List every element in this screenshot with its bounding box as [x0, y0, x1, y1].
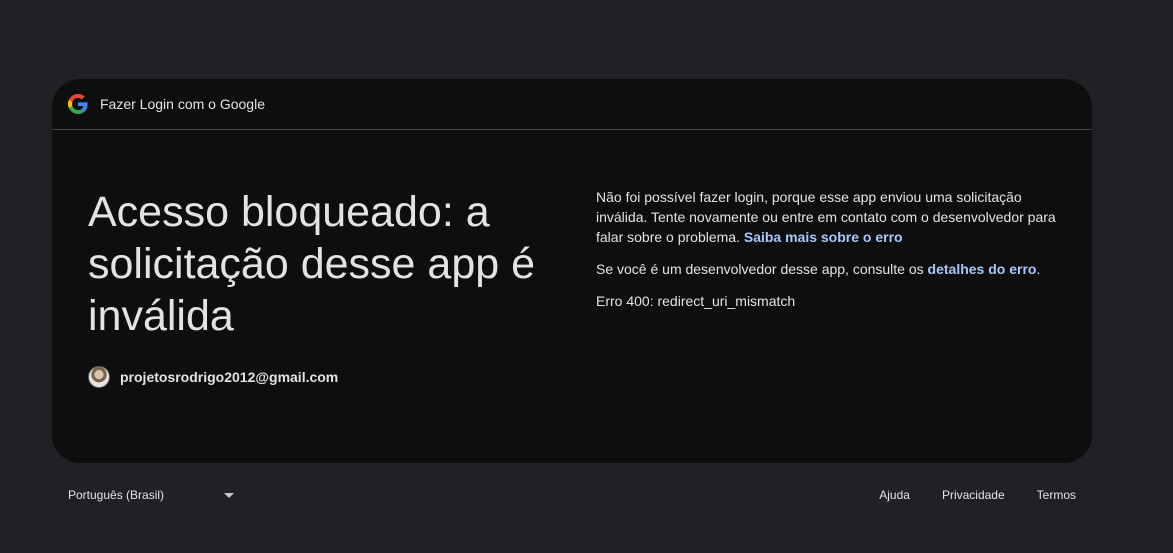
developer-message-text: Se você é um desenvolvedor desse app, co…: [596, 261, 924, 277]
google-g-icon: [68, 94, 88, 114]
error-code: Erro 400: redirect_uri_mismatch: [596, 293, 796, 309]
page-title: Acesso bloqueado: a solicitação desse ap…: [88, 188, 536, 340]
footer: Português (Brasil) Ajuda Privacidade Ter…: [52, 478, 1092, 512]
privacy-link[interactable]: Privacidade: [942, 488, 1005, 502]
card-body: Acesso bloqueado: a solicitação desse ap…: [52, 130, 1092, 462]
language-select[interactable]: Português (Brasil): [52, 488, 238, 502]
account-chip: projetosrodrigo2012@gmail.com: [88, 366, 338, 388]
developer-message-end: .: [1036, 261, 1041, 277]
help-link[interactable]: Ajuda: [879, 488, 910, 502]
avatar: [88, 366, 110, 388]
developer-message: Se você é um desenvolvedor desse app, co…: [596, 259, 1056, 279]
footer-links: Ajuda Privacidade Termos: [847, 488, 1092, 502]
caret-down-icon: [224, 492, 234, 498]
headline-column: Acesso bloqueado: a solicitação desse ap…: [88, 186, 568, 342]
error-message: Não foi possível fazer login, porque ess…: [596, 187, 1056, 247]
header-title: Fazer Login com o Google: [100, 96, 265, 112]
account-email: projetosrodrigo2012@gmail.com: [120, 369, 339, 385]
card-header: Fazer Login com o Google: [52, 79, 1092, 130]
message-column: Não foi possível fazer login, porque ess…: [596, 187, 1056, 323]
terms-link[interactable]: Termos: [1037, 488, 1076, 502]
error-details-link[interactable]: detalhes do erro: [928, 261, 1037, 277]
learn-more-link[interactable]: Saiba mais sobre o erro: [744, 229, 903, 245]
error-card: Fazer Login com o Google Acesso bloquead…: [52, 79, 1092, 463]
language-label: Português (Brasil): [68, 488, 165, 502]
